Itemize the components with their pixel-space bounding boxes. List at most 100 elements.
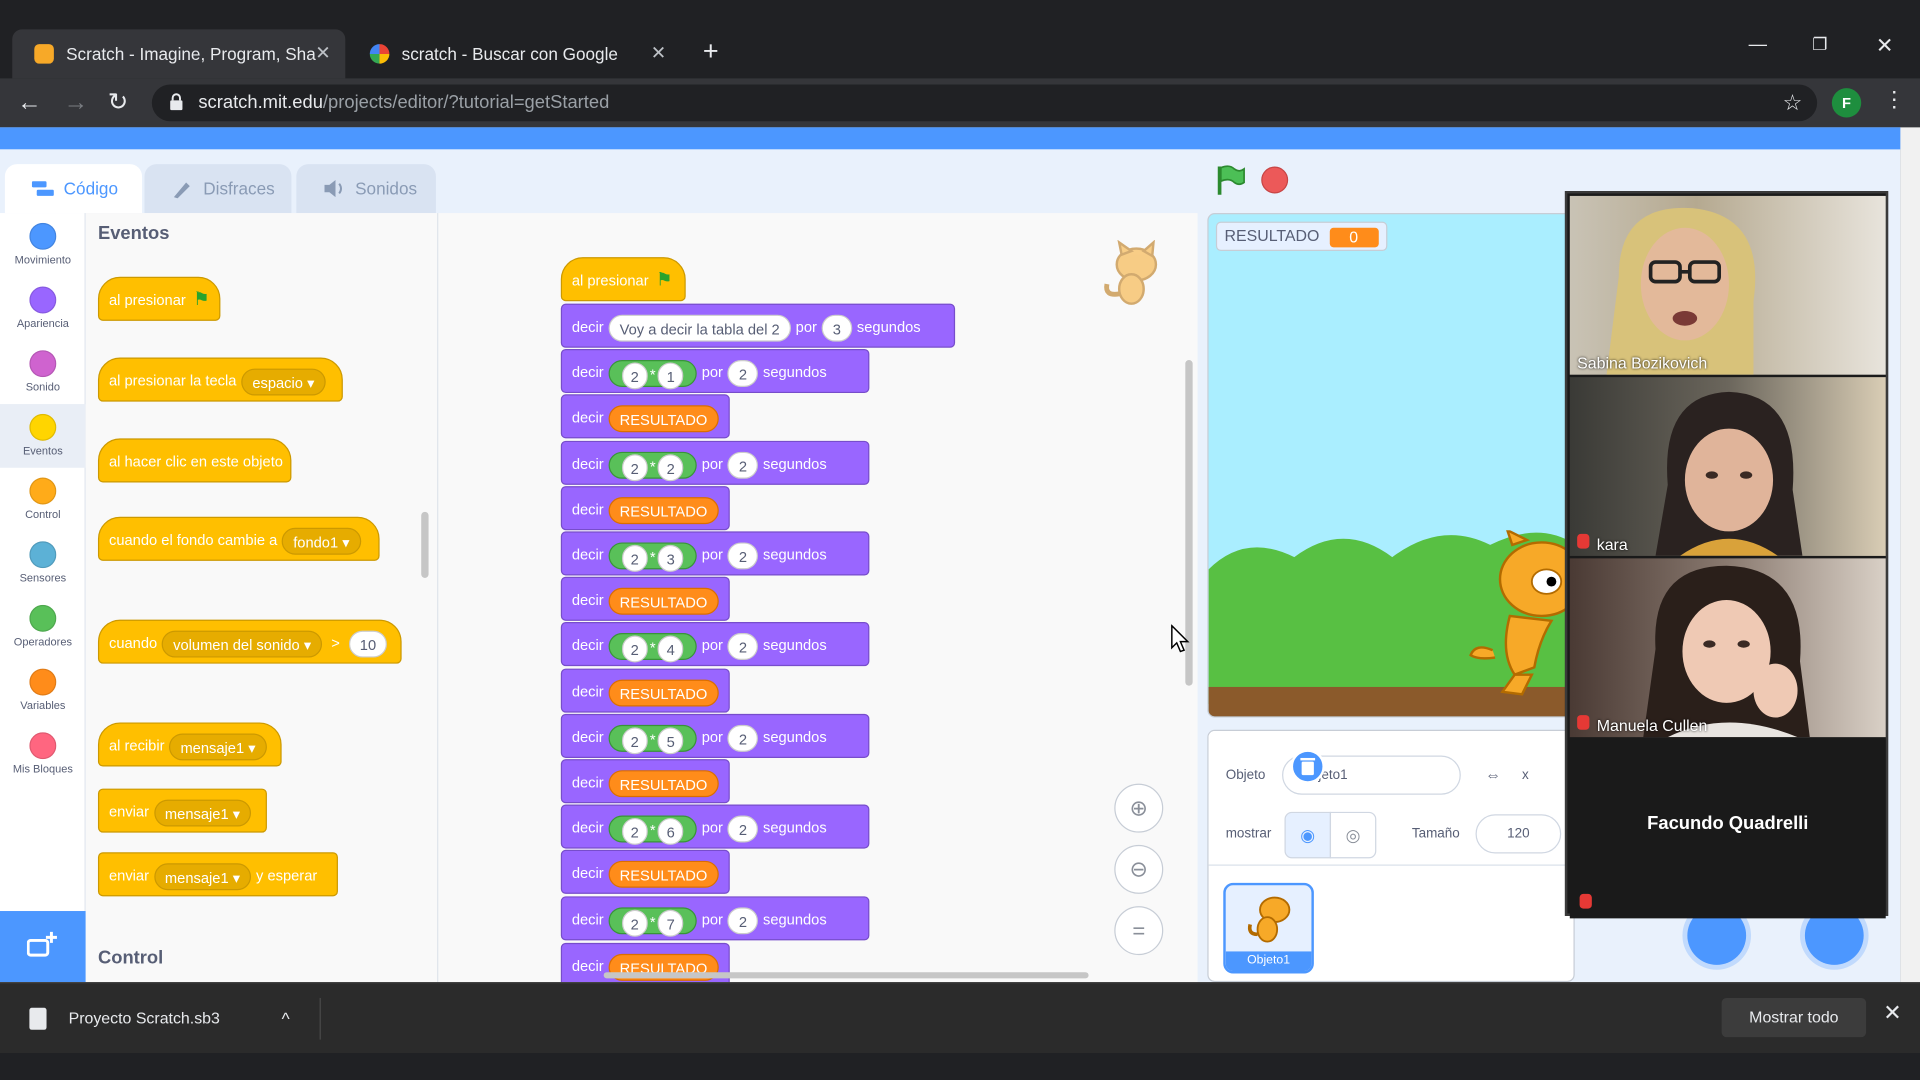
seconds-input[interactable]: 3 — [821, 314, 853, 342]
operand-b[interactable]: 6 — [658, 817, 684, 845]
variable-reporter[interactable]: RESULTADO — [608, 496, 719, 524]
bookmark-star-icon[interactable]: ☆ — [1783, 91, 1803, 117]
cat-sprite[interactable] — [1466, 530, 1575, 701]
category-sensing[interactable]: Sensores — [0, 531, 86, 595]
delete-sprite-icon[interactable] — [1290, 749, 1325, 784]
say-text-input[interactable]: Voy a decir la tabla del 2 — [608, 314, 791, 342]
block-when-sensor-greater[interactable]: cuando volumen del sonido ▾ > 10 — [97, 619, 402, 664]
size-input[interactable]: 120 — [1475, 814, 1562, 854]
restore-icon[interactable]: ❐ — [1812, 34, 1827, 55]
tab-code[interactable]: Código — [4, 164, 143, 214]
seconds-input[interactable]: 2 — [727, 451, 759, 479]
operand-a[interactable]: 2 — [622, 544, 648, 572]
minimize-icon[interactable]: — — [1749, 34, 1767, 55]
seconds-input[interactable]: 2 — [727, 724, 759, 752]
add-extension-button[interactable] — [0, 911, 86, 983]
category-sound[interactable]: Sonido — [0, 340, 86, 404]
multiply-operator[interactable]: 2 * 1 — [608, 359, 697, 389]
workspace-horizontal-scrollbar[interactable] — [603, 972, 1089, 979]
operand-a[interactable]: 2 — [622, 362, 648, 389]
operand-b[interactable]: 5 — [658, 726, 684, 754]
operand-b[interactable]: 4 — [658, 635, 684, 663]
variable-reporter[interactable]: RESULTADO — [608, 679, 719, 707]
tab-scratch[interactable]: Scratch - Imagine, Program, Sha ✕ — [12, 29, 346, 79]
forward-icon[interactable]: → — [64, 86, 88, 120]
tab-costumes[interactable]: Disfraces — [144, 164, 292, 214]
block-when-receive[interactable]: al recibir mensaje1 ▾ — [97, 722, 282, 767]
category-my-blocks[interactable]: Mis Bloques — [0, 722, 86, 786]
block-when-backdrop-switches[interactable]: cuando el fondo cambie a fondo1 ▾ — [97, 516, 380, 561]
operand-b[interactable]: 3 — [658, 544, 684, 572]
category-control[interactable]: Control — [0, 468, 86, 532]
close-download-bar-icon[interactable]: ✕ — [1883, 1000, 1901, 1026]
category-operators[interactable]: Operadores — [0, 595, 86, 659]
back-icon[interactable]: ← — [17, 86, 41, 120]
stage[interactable]: RESULTADO 0 — [1207, 213, 1575, 718]
page-scrollbar[interactable] — [1900, 127, 1920, 983]
zoom-in-button[interactable]: ⊕ — [1114, 783, 1164, 833]
category-events[interactable]: Eventos — [0, 404, 86, 468]
operand-b[interactable]: 7 — [658, 909, 684, 937]
address-bar[interactable]: scratch.mit.edu/projects/editor/?tutoria… — [151, 84, 1818, 122]
palette-scrollbar[interactable] — [421, 511, 429, 578]
seconds-input[interactable]: 2 — [727, 632, 759, 660]
participant-tile[interactable]: kara — [1569, 377, 1886, 556]
show-sprite-button[interactable]: ◉ — [1284, 811, 1332, 859]
participant-tile[interactable]: Sabina Bozikovich — [1569, 195, 1886, 375]
browser-menu-icon[interactable]: ⋮ — [1883, 87, 1905, 113]
participant-tile[interactable]: Manuela Cullen — [1569, 558, 1886, 738]
multiply-operator[interactable]: 2 * 7 — [608, 907, 697, 937]
tab-google-search[interactable]: scratch - Buscar con Google ✕ — [348, 29, 681, 78]
green-flag-button[interactable] — [1215, 164, 1247, 196]
operand-a[interactable]: 2 — [622, 726, 648, 754]
zoom-out-button[interactable]: ⊖ — [1114, 844, 1164, 894]
seconds-input[interactable]: 2 — [727, 359, 759, 387]
script-say-product[interactable]: decir 2 * 2 por 2 segundos — [560, 440, 870, 485]
backdrop-dropdown[interactable]: fondo1 ▾ — [282, 527, 361, 555]
script-say-product[interactable]: decir 2 * 6 por 2 segundos — [560, 804, 870, 849]
operand-a[interactable]: 2 — [622, 635, 648, 663]
script-say-product[interactable]: decir 2 * 5 por 2 segundos — [560, 713, 870, 758]
block-broadcast[interactable]: enviar mensaje1 ▾ — [97, 788, 267, 833]
variable-reporter[interactable]: RESULTADO — [608, 587, 719, 615]
stop-button[interactable] — [1261, 166, 1289, 194]
seconds-input[interactable]: 2 — [727, 907, 759, 935]
new-tab-icon[interactable]: + — [703, 36, 719, 66]
seconds-input[interactable]: 2 — [727, 542, 759, 570]
sprite-tile[interactable]: Objeto1 — [1223, 882, 1314, 974]
reload-icon[interactable]: ↻ — [108, 86, 129, 120]
participant-tile[interactable]: Facundo Quadrelli — [1569, 739, 1886, 919]
category-variables[interactable]: Variables — [0, 659, 86, 723]
profile-avatar[interactable]: F — [1831, 88, 1862, 118]
block-broadcast-and-wait[interactable]: enviar mensaje1 ▾ y esperar — [97, 852, 338, 897]
seconds-input[interactable]: 2 — [727, 815, 759, 843]
block-when-flag-clicked[interactable]: al presionar ⚑ — [97, 276, 221, 321]
show-all-button[interactable]: Mostrar todo — [1721, 997, 1867, 1038]
multiply-operator[interactable]: 2 * 3 — [608, 542, 697, 572]
message-dropdown[interactable]: mensaje1 ▾ — [153, 863, 252, 890]
operand-b[interactable]: 2 — [658, 453, 684, 481]
category-looks[interactable]: Apariencia — [0, 277, 86, 341]
operand-b[interactable]: 1 — [658, 362, 684, 389]
script-say-result[interactable]: decir RESULTADO — [560, 576, 730, 621]
tab-sounds[interactable]: Sonidos — [296, 164, 436, 214]
script-hat-when-flag[interactable]: al presionar ⚑ — [560, 257, 686, 302]
download-item[interactable]: Proyecto Scratch.sb3 ^ — [17, 997, 321, 1040]
script-say-result[interactable]: decir RESULTADO — [560, 668, 730, 713]
category-motion[interactable]: Movimiento — [0, 213, 86, 277]
operand-a[interactable]: 2 — [622, 453, 648, 481]
script-say-intro[interactable]: decir Voy a decir la tabla del 2 por 3 segun… — [560, 303, 956, 348]
chevron-up-icon[interactable]: ^ — [282, 998, 290, 1040]
multiply-operator[interactable]: 2 * 2 — [608, 451, 697, 481]
script-say-product[interactable]: decir 2 * 3 por 2 segundos — [560, 531, 870, 576]
key-dropdown[interactable]: espacio ▾ — [241, 368, 326, 396]
zoom-reset-button[interactable]: = — [1114, 906, 1164, 956]
multiply-operator[interactable]: 2 * 5 — [608, 724, 697, 754]
close-window-icon[interactable]: ✕ — [1876, 34, 1893, 58]
block-when-sprite-clicked[interactable]: al hacer clic en este objeto — [97, 438, 292, 483]
message-dropdown[interactable]: mensaje1 ▾ — [153, 799, 252, 827]
script-say-result[interactable]: decir RESULTADO — [560, 486, 730, 531]
script-say-result[interactable]: decir RESULTADO — [560, 759, 730, 804]
threshold-input[interactable]: 10 — [348, 630, 388, 658]
script-say-product[interactable]: decir 2 * 7 por 2 segundos — [560, 896, 870, 941]
